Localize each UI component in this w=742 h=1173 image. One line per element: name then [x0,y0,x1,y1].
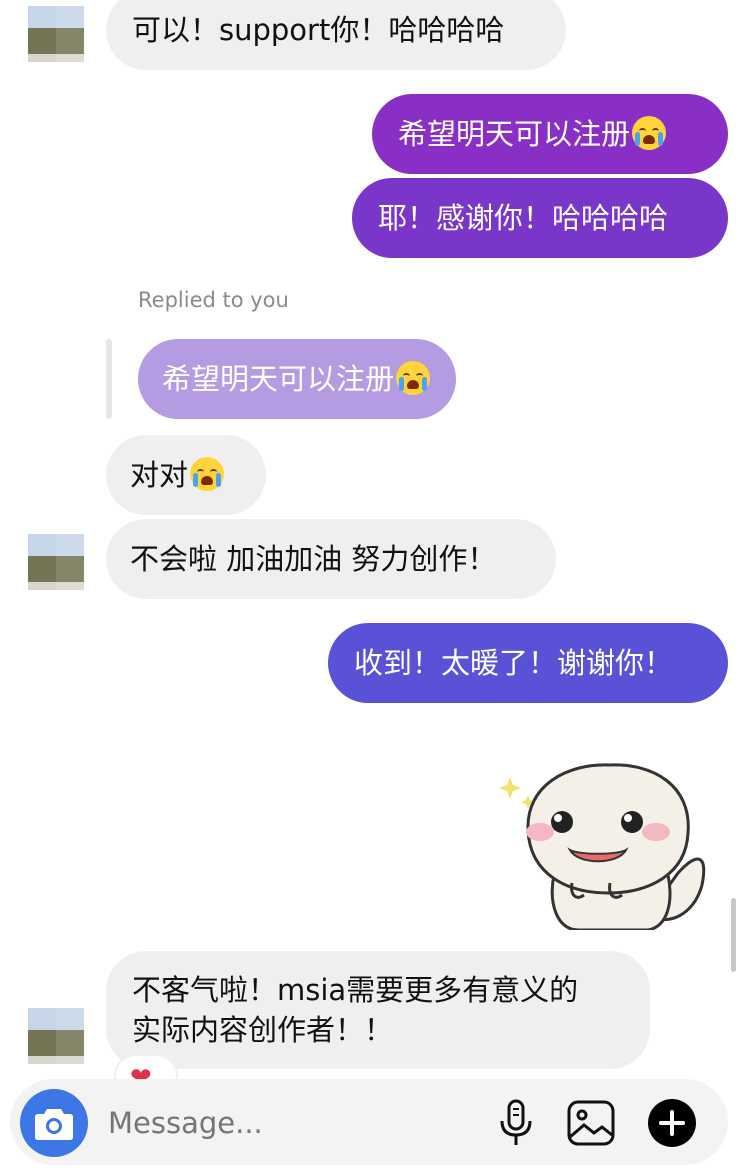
avatar[interactable] [28,534,84,590]
camera-button[interactable] [20,1089,88,1157]
message-text: 可以！support你！哈哈哈哈 [132,13,505,47]
reply-label: Replied to you [138,288,289,312]
message-composer [10,1079,728,1165]
quote-bar [106,339,112,419]
camera-icon [35,1109,73,1140]
incoming-message[interactable]: 可以！support你！哈哈哈哈 [106,0,566,70]
message-text: 对对 [130,458,189,492]
sticker[interactable] [498,755,712,930]
quoted-message[interactable]: 希望明天可以注册 [138,339,456,419]
outgoing-message[interactable]: 耶！感谢你！哈哈哈哈 [352,178,728,258]
message-text: 希望明天可以注册 [162,362,395,396]
plus-icon [659,1110,685,1136]
crying-emoji [632,116,667,150]
outgoing-message[interactable]: 希望明天可以注册 [372,94,728,174]
incoming-message[interactable]: 对对 [106,435,266,515]
crying-emoji [396,361,431,395]
message-text: 不会啦 加油加油 努力创作！ [130,542,497,576]
crying-emoji [190,457,225,491]
gallery-icon[interactable] [566,1099,616,1147]
avatar[interactable] [28,1008,84,1064]
scrollbar[interactable] [731,898,736,972]
incoming-message[interactable]: 不会啦 加油加油 努力创作！ [106,519,556,599]
mic-icon[interactable] [498,1099,534,1147]
message-text: 不客气啦！msia需要更多有意义的 [132,973,579,1007]
message-text: 实际内容创作者！！ [132,1013,394,1047]
message-text: 希望明天可以注册 [398,117,631,151]
message-text: 耶！感谢你！哈哈哈哈 [378,201,669,235]
avatar[interactable] [28,6,84,62]
add-button[interactable] [648,1099,696,1147]
outgoing-message[interactable]: 收到！太暖了！谢谢你！ [328,623,728,703]
incoming-message[interactable]: 不客气啦！msia需要更多有意义的 实际内容创作者！！ [106,951,650,1069]
message-text: 收到！太暖了！谢谢你！ [354,646,674,680]
message-input[interactable] [106,1099,470,1147]
